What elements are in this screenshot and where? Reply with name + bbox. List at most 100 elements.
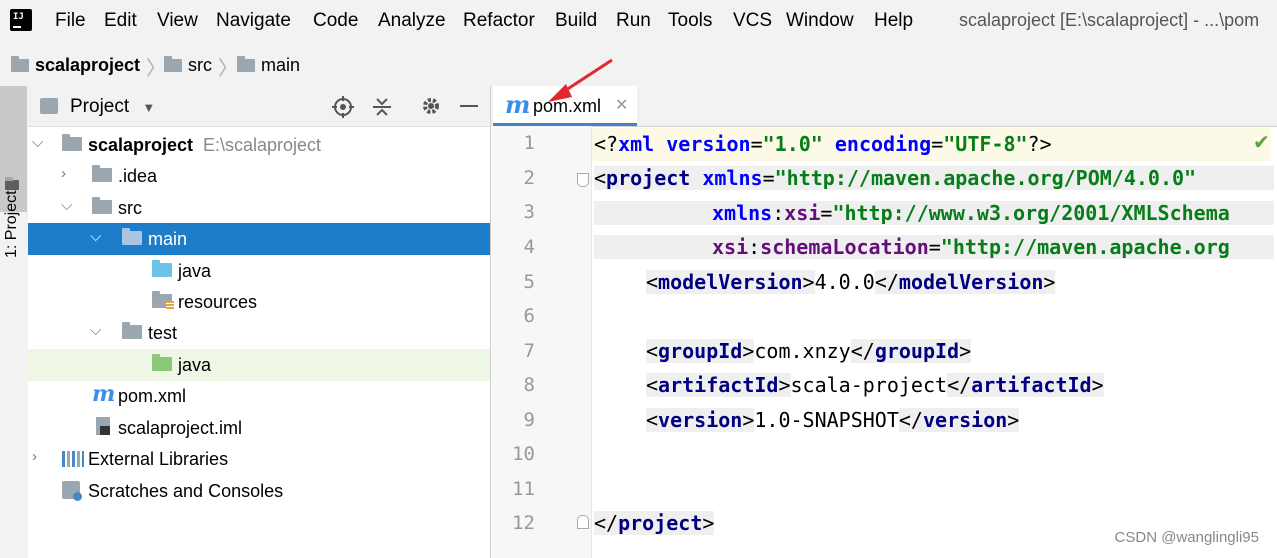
- breadcrumb: scalaproject 〉 src 〉 main: [0, 44, 1277, 86]
- no-problems-checkmark-icon[interactable]: ✔: [1253, 130, 1270, 155]
- code-line-8[interactable]: <artifactId>scala-project</artifactId>: [646, 373, 1104, 397]
- chevron-down-icon[interactable]: ⌵: [90, 322, 101, 339]
- line-number: 12: [512, 512, 535, 534]
- chevron-down-icon[interactable]: ⌵: [90, 228, 101, 245]
- code-line-3[interactable]: xmlns:xsi="http://www.w3.org/2001/XMLSch…: [594, 201, 1274, 225]
- tree-label: java: [178, 261, 212, 281]
- watermark: CSDN @wanglingli95: [1114, 529, 1259, 546]
- breadcrumb-label: src: [188, 55, 212, 75]
- locate-target-icon[interactable]: [332, 96, 354, 118]
- chevron-right-icon: 〉: [146, 58, 166, 80]
- menu-bar: IJ File Edit View Navigate Code Analyze …: [0, 0, 1277, 44]
- menu-analyze[interactable]: Analyze: [378, 10, 446, 32]
- menu-vcs[interactable]: VCS: [733, 10, 772, 32]
- menu-view[interactable]: View: [157, 10, 198, 32]
- tree-row-iml[interactable]: scalaproject.iml: [28, 412, 490, 444]
- line-number: 7: [523, 340, 535, 362]
- tree-row-scratches[interactable]: Scratches and Consoles: [28, 475, 490, 507]
- menu-tools[interactable]: Tools: [668, 10, 712, 32]
- line-number: 2: [523, 167, 535, 189]
- tree-label: scalaproject.iml: [118, 418, 243, 438]
- folder-icon: [122, 322, 142, 339]
- tree-label: java: [178, 355, 212, 375]
- tree-label: pom.xml: [118, 386, 187, 406]
- menu-navigate[interactable]: Navigate: [216, 10, 291, 32]
- line-number: 6: [523, 305, 535, 327]
- maven-file-icon: m: [505, 90, 531, 119]
- menu-refactor[interactable]: Refactor: [463, 10, 535, 32]
- breadcrumb-item-main[interactable]: main: [237, 54, 300, 76]
- tree-label: src: [118, 198, 142, 218]
- chevron-right-icon[interactable]: ›: [61, 165, 66, 182]
- tree-row-test-java[interactable]: java: [28, 349, 490, 381]
- tree-row-pom[interactable]: m pom.xml: [28, 380, 490, 412]
- collapse-all-icon[interactable]: [372, 96, 392, 118]
- test-root-folder-icon: [152, 354, 172, 371]
- breadcrumb-label: main: [261, 55, 301, 75]
- menu-build[interactable]: Build: [555, 10, 597, 32]
- tree-label: resources: [178, 292, 258, 312]
- project-stripe-label: 1: Project: [3, 190, 20, 258]
- tree-label: main: [148, 229, 188, 249]
- code-line-4[interactable]: xsi:schemaLocation="http://maven.apache.…: [594, 235, 1274, 259]
- project-view-title: Project: [70, 96, 130, 117]
- close-icon[interactable]: ✕: [615, 95, 628, 115]
- tree-row-test[interactable]: ⌵ test: [28, 317, 490, 349]
- tree-row-external-libraries[interactable]: › External Libraries: [28, 443, 490, 475]
- line-number: 1: [523, 132, 535, 154]
- menu-code[interactable]: Code: [313, 10, 358, 32]
- menu-edit[interactable]: Edit: [104, 10, 137, 32]
- source-root-folder-icon: [152, 260, 172, 277]
- breadcrumb-item-src[interactable]: src: [164, 54, 212, 76]
- code-line-12[interactable]: </project>: [594, 511, 715, 535]
- tree-row-java[interactable]: java: [28, 255, 490, 287]
- tree-row-idea[interactable]: › .idea: [28, 160, 490, 192]
- code-line-5[interactable]: <modelVersion>4.0.0</modelVersion>: [646, 270, 1056, 294]
- maven-file-icon: m: [92, 381, 116, 407]
- fold-marker-icon[interactable]: [577, 515, 589, 529]
- menu-help[interactable]: Help: [874, 10, 913, 32]
- editor-area: m pom.xml ✕ 1 2 3 4 5 6 7 8 9 10 11 12 ✔…: [491, 86, 1277, 558]
- tree-row-resources[interactable]: resources: [28, 286, 490, 318]
- tree-row-main[interactable]: ⌵ main: [28, 223, 490, 255]
- chevron-down-icon[interactable]: ⌵: [61, 197, 72, 214]
- folder-icon: [92, 197, 112, 214]
- chevron-right-icon: 〉: [218, 58, 238, 80]
- folder-icon: [92, 165, 112, 182]
- code-line-7[interactable]: <groupId>com.xnzy</groupId>: [646, 339, 972, 363]
- folder-icon: [164, 55, 182, 72]
- menu-file[interactable]: File: [55, 10, 86, 32]
- breadcrumb-item-scalaproject[interactable]: scalaproject: [11, 54, 140, 76]
- tree-label: .idea: [118, 166, 158, 186]
- tree-row-scalaproject[interactable]: ⌵ scalaproject E:\scalaproject: [28, 129, 490, 161]
- module-folder-icon: [11, 55, 29, 72]
- minimize-icon[interactable]: [460, 105, 478, 107]
- tree-label: scalaproject: [88, 135, 194, 155]
- chevron-down-icon: ▼: [142, 100, 156, 115]
- fold-marker-icon[interactable]: [577, 173, 589, 187]
- tree-label: External Libraries: [88, 449, 229, 469]
- line-number: 9: [523, 409, 535, 431]
- tab-label: pom.xml: [533, 96, 602, 116]
- line-number: 5: [523, 271, 535, 293]
- project-tool-window-button[interactable]: 1: Project: [0, 86, 27, 258]
- menu-window[interactable]: Window: [786, 10, 854, 32]
- resources-folder-icon: [152, 291, 174, 310]
- code-line-9[interactable]: <version>1.0-SNAPSHOT</version>: [646, 408, 1020, 432]
- window-title: scalaproject [E:\scalaproject] - ...\pom: [959, 10, 1260, 30]
- code-line-1[interactable]: <?xml version="1.0" encoding="UTF-8"?>: [594, 132, 1052, 156]
- chevron-down-icon[interactable]: ⌵: [32, 134, 43, 151]
- line-number: 4: [523, 236, 535, 258]
- menu-run[interactable]: Run: [616, 10, 651, 32]
- breadcrumb-label: scalaproject: [35, 55, 141, 75]
- gear-icon[interactable]: [421, 96, 441, 116]
- editor-tab-pom[interactable]: m pom.xml ✕: [493, 86, 637, 126]
- line-number: 10: [512, 443, 535, 465]
- line-number: 3: [523, 201, 535, 223]
- tree-row-src[interactable]: ⌵ src: [28, 192, 490, 224]
- code-line-2[interactable]: <project xmlns="http://maven.apache.org/…: [594, 166, 1274, 190]
- chevron-right-icon[interactable]: ›: [32, 448, 37, 465]
- project-view-selector[interactable]: Project ▼: [70, 96, 155, 118]
- editor-gutter: 1 2 3 4 5 6 7 8 9 10 11 12: [491, 126, 591, 558]
- iml-file-icon: [96, 417, 110, 435]
